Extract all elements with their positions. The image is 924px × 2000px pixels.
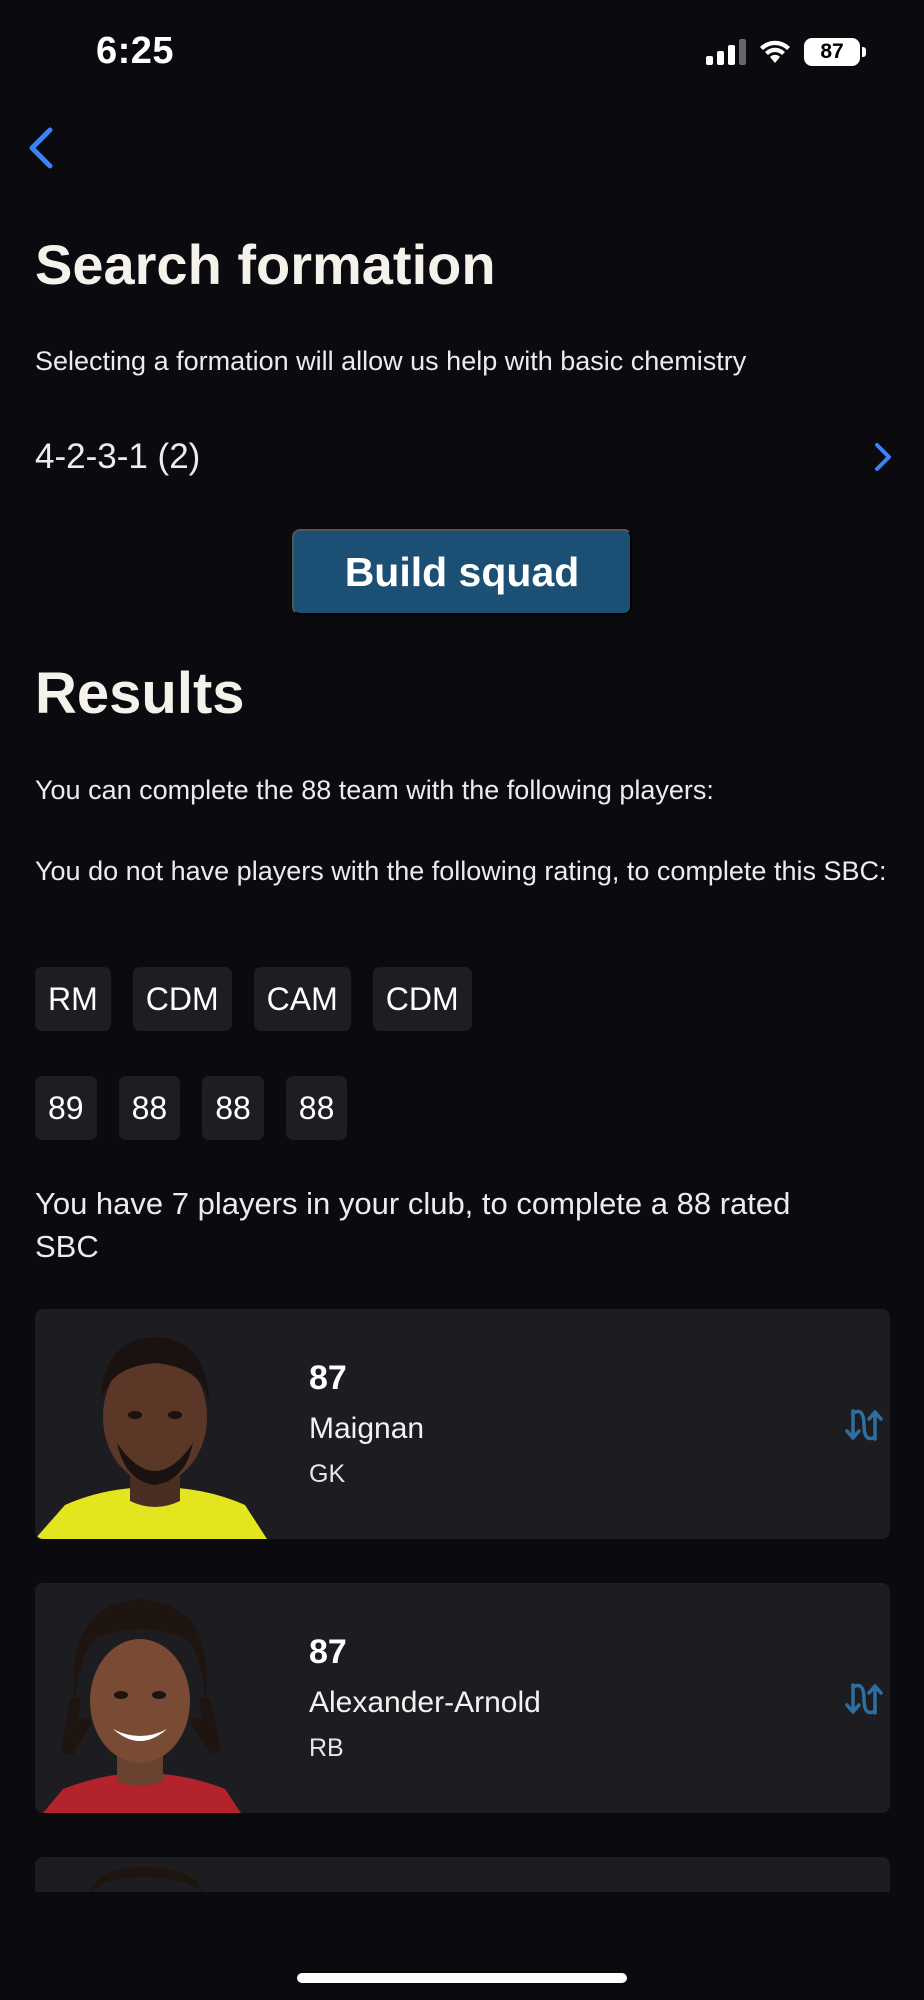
player-rating: 87	[309, 1633, 347, 1671]
battery-level: 87	[804, 38, 860, 66]
player-card[interactable]	[35, 1857, 890, 1892]
formation-selector[interactable]: 4-2-3-1 (2)	[35, 432, 895, 482]
player-name: Maignan	[309, 1412, 425, 1445]
rating-chip: 89	[35, 1076, 97, 1140]
page-title: Search formation	[35, 233, 496, 296]
swap-icon[interactable]	[844, 1405, 884, 1445]
player-card[interactable]: 87 Alexander-Arnold RB	[35, 1583, 890, 1813]
rating-chip: 88	[118, 1076, 181, 1140]
player-info: 87 Maignan GK	[309, 1359, 424, 1489]
missing-ratings: 89 88 88 88	[35, 1076, 348, 1140]
chevron-left-icon	[29, 127, 53, 169]
formation-value: 4-2-3-1 (2)	[35, 437, 201, 476]
results-missing-text: You do not have players with the followi…	[35, 856, 887, 886]
home-indicator[interactable]	[297, 1973, 627, 1983]
cellular-signal-icon	[706, 39, 746, 65]
back-button[interactable]	[22, 124, 62, 172]
position-chip: RM	[35, 967, 111, 1031]
swap-icon[interactable]	[844, 1679, 884, 1719]
battery-tip	[862, 47, 866, 57]
status-bar: 6:25 87	[0, 0, 924, 100]
rating-chip: 88	[202, 1076, 264, 1140]
position-chip: CDM	[372, 967, 472, 1031]
player-photo	[35, 1337, 267, 1539]
status-time: 6:25	[96, 30, 175, 72]
player-info: 87 Alexander-Arnold RB	[309, 1633, 541, 1763]
position-chip: CDM	[132, 967, 232, 1031]
wifi-icon	[760, 40, 790, 63]
build-squad-button[interactable]: Build squad	[292, 529, 632, 615]
player-name: Alexander-Arnold	[309, 1686, 541, 1719]
results-complete-text: You can complete the 88 team with the fo…	[35, 775, 714, 805]
missing-positions: RM CDM CAM CDM	[35, 967, 472, 1031]
player-photo	[90, 1867, 203, 1892]
results-title: Results	[35, 661, 245, 726]
player-photo	[43, 1599, 241, 1813]
club-players-text: You have 7 players in your club, to comp…	[35, 1186, 791, 1264]
player-list[interactable]: 87 Maignan GK 87 Alexander-Arnold RB	[35, 1309, 890, 1892]
player-position: GK	[309, 1460, 346, 1488]
formation-description: Selecting a formation will allow us help…	[35, 346, 747, 376]
chevron-right-icon	[875, 443, 891, 471]
player-card[interactable]: 87 Maignan GK	[35, 1309, 890, 1539]
rating-chip: 88	[285, 1076, 348, 1140]
player-rating: 87	[309, 1359, 347, 1397]
status-icons: 87	[706, 38, 866, 66]
player-position: RB	[309, 1734, 344, 1762]
position-chip: CAM	[253, 967, 351, 1031]
